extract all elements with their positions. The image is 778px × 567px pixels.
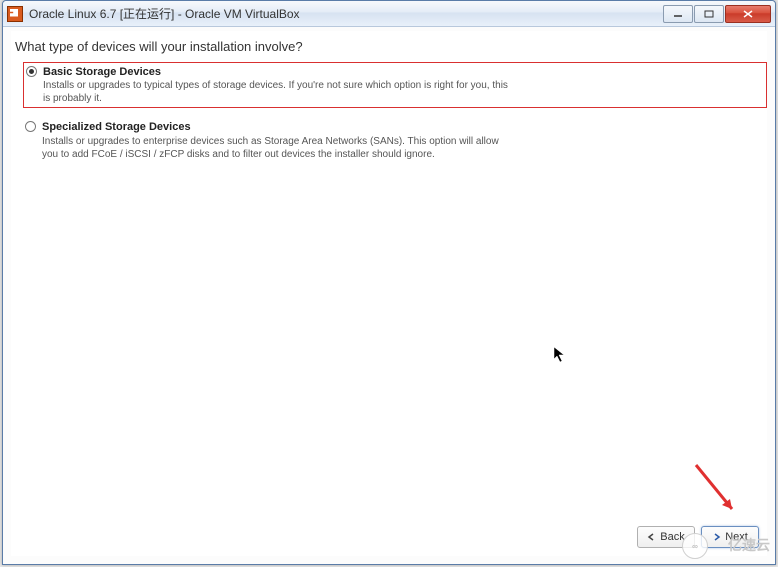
content-area: What type of devices will your installat… xyxy=(3,27,775,564)
option-text: Specialized Storage Devices Installs or … xyxy=(42,120,763,160)
installer-question: What type of devices will your installat… xyxy=(11,31,767,60)
vm-window: Oracle Linux 6.7 [正在运行] - Oracle VM Virt… xyxy=(2,0,776,565)
radio-specialized[interactable] xyxy=(25,121,36,132)
maximize-button[interactable] xyxy=(694,5,724,23)
arrow-right-icon xyxy=(712,533,722,541)
option-title: Basic Storage Devices xyxy=(43,65,762,79)
maximize-icon xyxy=(704,10,714,18)
close-icon xyxy=(743,10,753,18)
footer-buttons: Back Next xyxy=(637,526,759,548)
back-button[interactable]: Back xyxy=(637,526,695,548)
app-icon xyxy=(7,6,23,22)
titlebar[interactable]: Oracle Linux 6.7 [正在运行] - Oracle VM Virt… xyxy=(3,1,775,27)
minimize-icon xyxy=(673,10,683,18)
installer-pane: What type of devices will your installat… xyxy=(11,31,767,556)
option-specialized-storage[interactable]: Specialized Storage Devices Installs or … xyxy=(23,118,767,162)
option-description: Installs or upgrades to enterprise devic… xyxy=(42,135,512,161)
window-controls xyxy=(662,5,771,23)
radio-icon xyxy=(26,66,37,77)
radio-basic[interactable] xyxy=(26,66,37,77)
radio-icon xyxy=(25,121,36,132)
window-title: Oracle Linux 6.7 [正在运行] - Oracle VM Virt… xyxy=(29,5,662,22)
option-text: Basic Storage Devices Installs or upgrad… xyxy=(43,65,762,105)
option-basic-storage[interactable]: Basic Storage Devices Installs or upgrad… xyxy=(23,62,767,108)
close-button[interactable] xyxy=(725,5,771,23)
arrow-left-icon xyxy=(647,533,657,541)
option-title: Specialized Storage Devices xyxy=(42,120,763,134)
next-button[interactable]: Next xyxy=(701,526,759,548)
storage-options: Basic Storage Devices Installs or upgrad… xyxy=(23,62,767,163)
next-label: Next xyxy=(725,531,748,543)
option-description: Installs or upgrades to typical types of… xyxy=(43,79,513,105)
back-label: Back xyxy=(660,531,684,543)
minimize-button[interactable] xyxy=(663,5,693,23)
